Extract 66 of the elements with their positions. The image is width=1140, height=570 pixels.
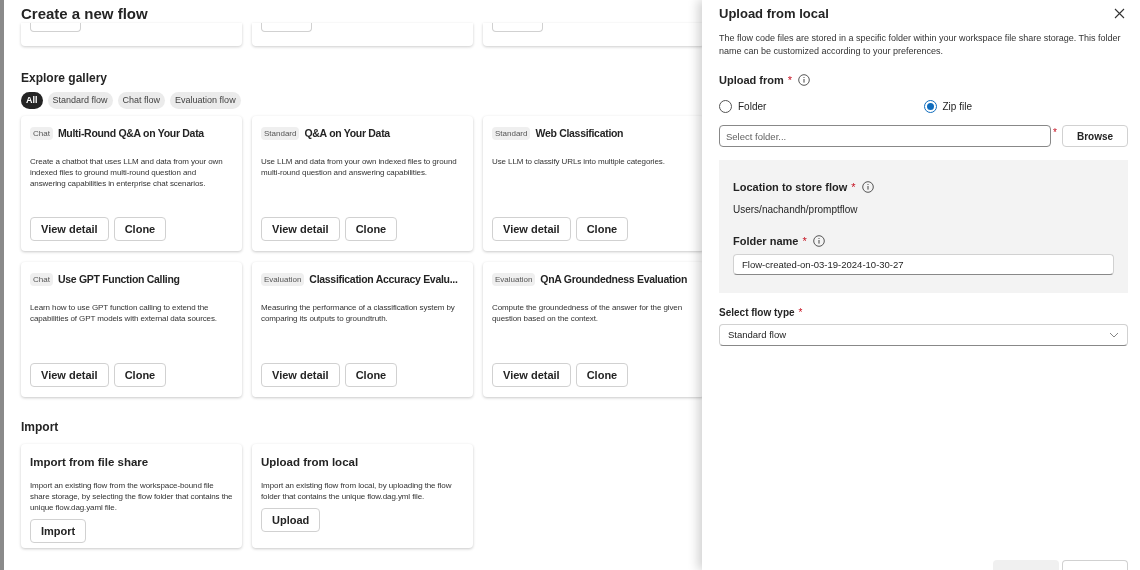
- clone-button[interactable]: Clone: [113, 363, 167, 387]
- view-detail-button[interactable]: View detail: [492, 217, 571, 241]
- close-icon[interactable]: [1114, 8, 1125, 20]
- card-title: Upload from local: [261, 455, 360, 470]
- import-button[interactable]: Import: [30, 519, 87, 544]
- view-detail-button[interactable]: View detail: [492, 363, 571, 387]
- filter-chip[interactable]: Evaluation flow: [170, 92, 241, 109]
- field-label: Upload from: [719, 72, 784, 88]
- info-icon[interactable]: [812, 234, 825, 247]
- folder-name-field[interactable]: Flow-created-on-03-19-2024-10-30-27: [733, 254, 1114, 275]
- clone-button[interactable]: Clone: [113, 217, 167, 241]
- card-description: Use LLM to classify URLs into multiple categories.: [492, 155, 666, 167]
- page-title: Create a new flow: [21, 4, 149, 23]
- card-description: Compute the groundedness of the answer for the given question based on the context.: [492, 301, 684, 324]
- card-title: Classification Accuracy Evalu...: [309, 272, 458, 287]
- chevron-down-icon: [1109, 332, 1119, 338]
- clone-button[interactable]: Clone: [344, 363, 398, 387]
- info-icon[interactable]: [798, 73, 811, 86]
- folder-input-field[interactable]: Select folder...: [719, 125, 1051, 147]
- card-description: Learn how to use GPT function calling to extend the capabilities of GPT models with external data sources.: [30, 301, 218, 324]
- flow-type-tag: Standard: [492, 127, 531, 141]
- flow-type-tag: Chat: [30, 273, 53, 287]
- required-mark: *: [1053, 126, 1058, 140]
- card-description: Import an existing flow from the workspace-bound file share storage, by selecting the flow folder that contains the unique flow.dag.yaml file.: [30, 480, 233, 514]
- card-title: Use GPT Function Calling: [57, 272, 180, 287]
- section-title: Explore gallery: [21, 70, 109, 87]
- filter-chip[interactable]: Standard flow: [47, 92, 113, 109]
- field-label: Select flow type: [719, 306, 795, 320]
- card-title: Import from file share: [30, 455, 150, 470]
- required-mark: *: [798, 306, 803, 320]
- filter-chip[interactable]: All: [21, 92, 43, 109]
- flow-type-dropdown[interactable]: Standard flow: [719, 324, 1128, 346]
- card-title: Q&A on Your Data: [304, 126, 390, 141]
- flow-type-tag: Evaluation: [492, 273, 536, 287]
- flow-type-tag: Chat: [30, 127, 53, 141]
- card-description: Measuring the performance of a classification system by comparing its outputs to groundtruth.: [261, 301, 456, 324]
- section-title: Import: [21, 419, 60, 436]
- card-title: Multi-Round Q&A on Your Data: [57, 126, 204, 141]
- view-detail-button[interactable]: View detail: [261, 217, 340, 241]
- clone-button[interactable]: Clone: [575, 217, 629, 241]
- card-description: Use LLM and data from your own indexed files to ground multi-round question and answering capabilities.: [261, 155, 458, 178]
- view-detail-button[interactable]: View detail: [261, 363, 340, 387]
- card-title: QnA Groundedness Evaluation: [540, 272, 688, 287]
- card-description: Import an existing flow from local, by uploading the flow folder that contains the unique flow.dag.yml file.: [261, 480, 453, 503]
- field-label: Folder name: [733, 233, 799, 249]
- flow-type-tag: Evaluation: [261, 273, 305, 287]
- clone-button[interactable]: Clone: [575, 363, 629, 387]
- card-title: Web Classification: [535, 126, 624, 141]
- required-mark: *: [787, 72, 793, 88]
- flow-type-tag: Standard: [261, 127, 300, 141]
- panel-description: The flow code files are stored in a specific folder within your workspace file share storage. This folder name can be customized according to your preferences.: [719, 31, 1122, 58]
- clone-button[interactable]: Clone: [344, 217, 398, 241]
- info-icon[interactable]: [861, 181, 874, 194]
- required-mark: *: [802, 233, 807, 249]
- upload-button[interactable]: Upload: [261, 508, 321, 533]
- panel-title: Upload from local: [719, 5, 829, 23]
- field-label: Location to store flow: [733, 180, 848, 195]
- location-value: Users/nachandh/promptflow: [733, 202, 859, 217]
- browse-button[interactable]: Browse: [1062, 125, 1128, 147]
- card-description: Create a chatbot that uses LLM and data from your own indexed files to ground multi-round question and answering capabilities in enterprise chat scenarios.: [30, 155, 224, 189]
- filter-chip[interactable]: Chat flow: [117, 92, 166, 109]
- view-detail-button[interactable]: View detail: [30, 217, 109, 241]
- required-mark: *: [851, 180, 856, 195]
- view-detail-button[interactable]: View detail: [30, 363, 109, 387]
- radio-label: Zip file: [942, 100, 972, 114]
- radio-label: Folder: [738, 100, 767, 114]
